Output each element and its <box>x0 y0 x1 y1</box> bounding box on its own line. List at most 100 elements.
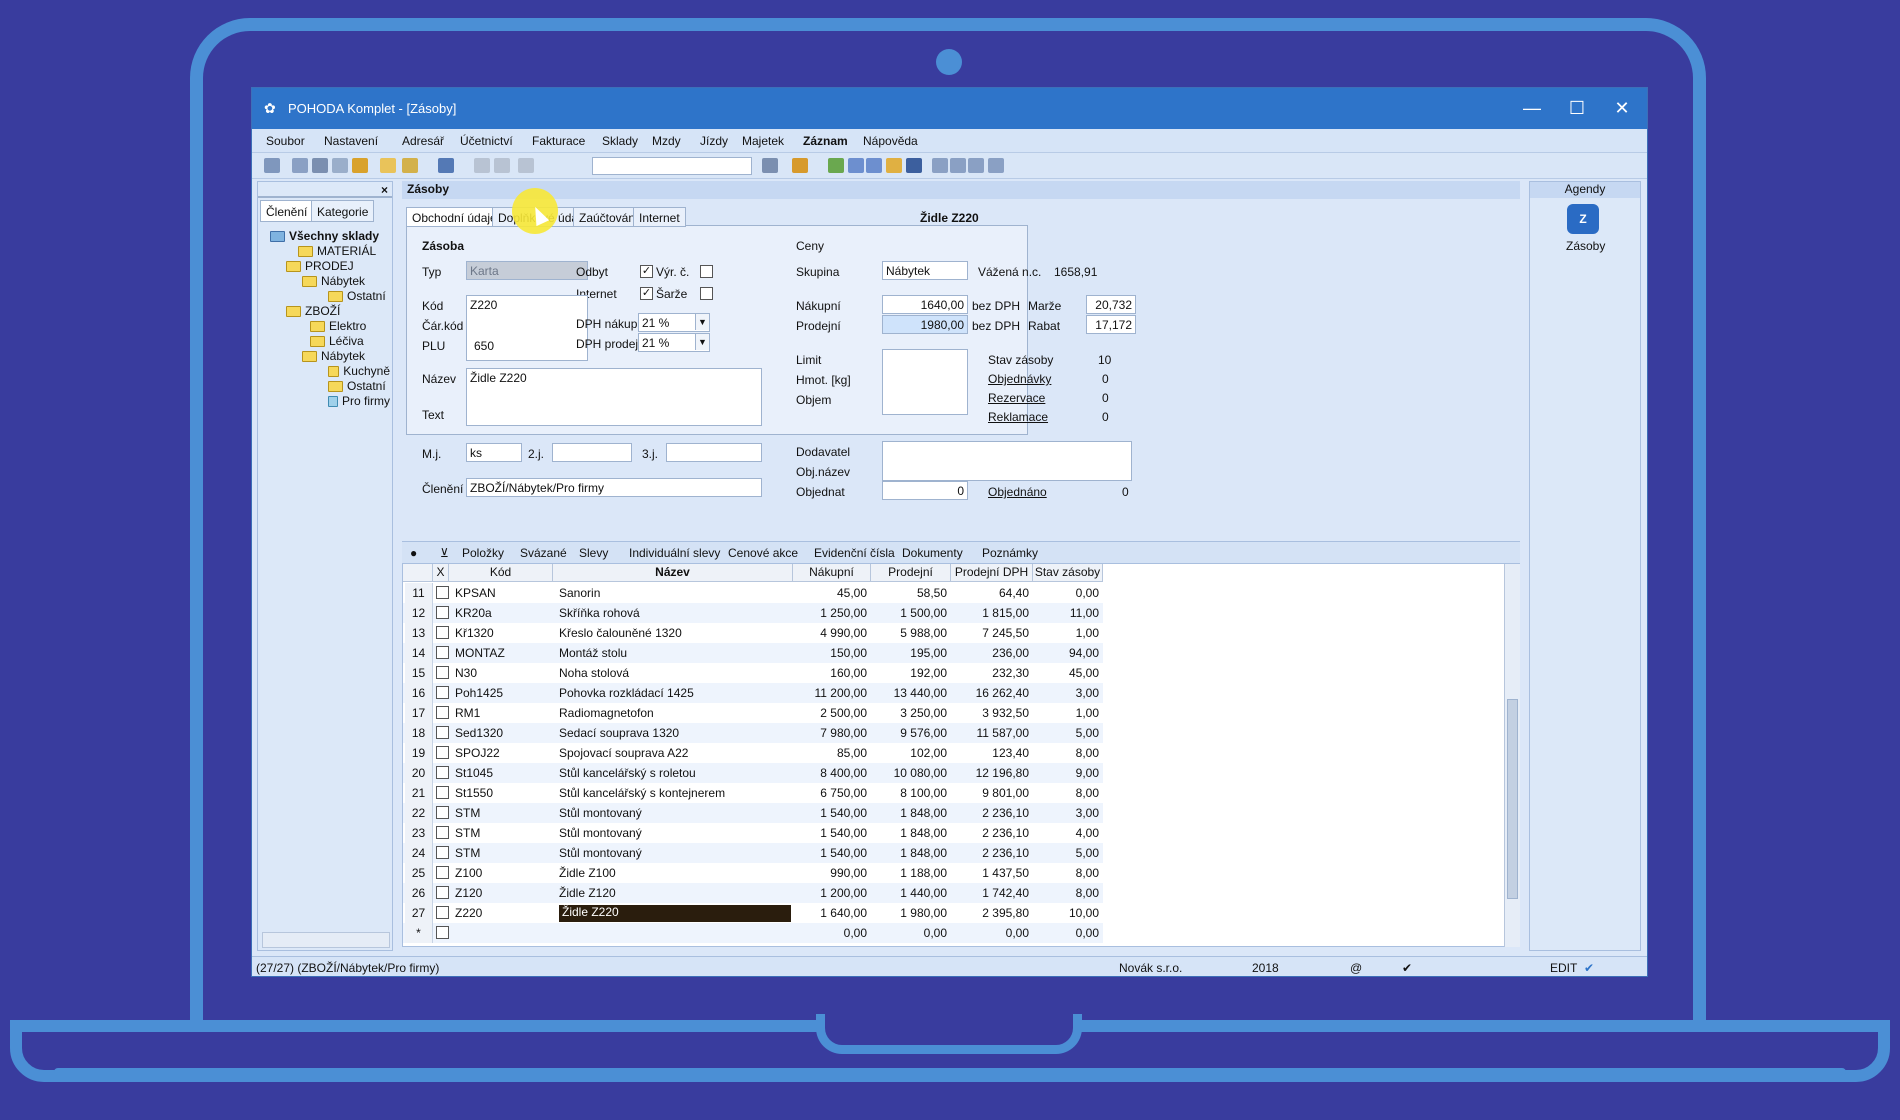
toolbar-copy-icon[interactable] <box>292 158 308 173</box>
cell-nazev[interactable]: Křeslo čalouněné 1320 <box>559 626 791 640</box>
toolbar-calc-icon[interactable] <box>866 158 882 173</box>
tree-node[interactable]: Ostatní <box>328 379 390 393</box>
toolbar-ban-icon[interactable] <box>906 158 922 173</box>
agendy-item-zasoby[interactable]: Zásoby <box>1566 239 1605 253</box>
table-row[interactable]: 26 Z120 Židle Z120 1 200,00 1 440,00 1 742,40… <box>403 883 1103 903</box>
grid-header-prodejni-dph[interactable]: Prodejní DPH <box>951 564 1033 582</box>
cell-nakup[interactable]: 11 200,00 <box>793 686 868 700</box>
cell-stav[interactable]: 8,00 <box>1033 786 1099 800</box>
cell-stav[interactable]: 0,00 <box>1033 926 1099 940</box>
cell-nakup[interactable]: 990,00 <box>793 866 867 880</box>
cell-prodej[interactable]: 10 080,00 <box>871 766 947 780</box>
cell-prodej[interactable]: 102,00 <box>871 746 947 760</box>
dph-prodej-select[interactable]: 21 % ▼ <box>638 333 710 352</box>
toolbar-export-icon[interactable] <box>352 158 368 173</box>
cell-nakup[interactable]: 1 540,00 <box>793 826 867 840</box>
cell-prodej[interactable]: 1 440,00 <box>871 886 947 900</box>
cell-kod[interactable]: STM <box>455 846 551 860</box>
row-checkbox[interactable] <box>436 866 449 879</box>
chevron-down-icon[interactable]: ▼ <box>695 314 709 330</box>
tree-node[interactable]: Kuchyně <box>328 364 390 378</box>
grid-header-nakupni[interactable]: Nákupní <box>793 564 871 582</box>
cell-dph[interactable]: 2 236,10 <box>951 826 1029 840</box>
rezervace-link[interactable]: Rezervace <box>988 391 1045 405</box>
toolbar-print-icon[interactable] <box>312 158 328 173</box>
vyr-extra-checkbox[interactable] <box>700 265 713 278</box>
cell-stav[interactable]: 1,00 <box>1033 626 1099 640</box>
menu-jizdy[interactable]: Jízdy <box>700 134 728 148</box>
cell-nazev[interactable]: Sanorin <box>559 586 791 600</box>
minimize-button[interactable]: — <box>1512 94 1552 122</box>
table-row[interactable]: 13 Kř1320 Křeslo čalouněné 1320 4 990,00 5 9… <box>403 623 1103 643</box>
cell-nazev[interactable]: Spojovací souprava A22 <box>559 746 791 760</box>
cleneni-field[interactable]: ZBOŽÍ/Nábytek/Pro firmy <box>466 478 762 497</box>
table-row[interactable]: 15 N30 Noha stolová 160,00 192,00 232,30 45,00 <box>403 663 1103 683</box>
row-checkbox[interactable] <box>436 686 449 699</box>
cell-dph[interactable]: 2 236,10 <box>951 806 1029 820</box>
toolbar-back-icon[interactable] <box>438 158 454 173</box>
cell-dph[interactable]: 64,40 <box>951 586 1029 600</box>
reklamace-link[interactable]: Reklamace <box>988 410 1048 424</box>
cell-dph[interactable]: 2 395,80 <box>951 906 1029 920</box>
row-checkbox[interactable] <box>436 886 449 899</box>
table-row[interactable]: 23 STM Stůl montovaný 1 540,00 1 848,00 2 236… <box>403 823 1103 843</box>
horizontal-scrollbar[interactable] <box>262 932 390 948</box>
cell-stav[interactable]: 10,00 <box>1033 906 1099 920</box>
row-checkbox[interactable] <box>436 626 449 639</box>
cell-stav[interactable]: 45,00 <box>1033 666 1099 680</box>
menu-soubor[interactable]: Soubor <box>266 134 305 148</box>
cell-nakup[interactable]: 45,00 <box>793 586 867 600</box>
vyr-checkbox[interactable]: ✓ <box>640 265 653 278</box>
cell-stav[interactable]: 5,00 <box>1033 726 1099 740</box>
close-button[interactable]: ✕ <box>1602 94 1642 122</box>
table-row[interactable]: 22 STM Stůl montovaný 1 540,00 1 848,00 2 236… <box>403 803 1103 823</box>
tab-obchodni[interactable]: Obchodní údaje <box>406 207 503 227</box>
dph-nakup-select[interactable]: 21 % ▼ <box>638 313 710 332</box>
grid-header-stav[interactable]: Stav zásoby <box>1033 564 1103 582</box>
nazev-field[interactable]: Židle Z220 <box>466 368 762 426</box>
nakupni-field[interactable]: 1640,00 <box>882 295 968 314</box>
menu-zaznam[interactable]: Záznam <box>803 134 848 148</box>
grid-header-prodejni[interactable]: Prodejní <box>871 564 951 582</box>
table-row[interactable]: 24 STM Stůl montovaný 1 540,00 1 848,00 2 236… <box>403 843 1103 863</box>
cell-stav[interactable]: 4,00 <box>1033 826 1099 840</box>
cell-stav[interactable]: 3,00 <box>1033 686 1099 700</box>
table-row[interactable]: 21 St1550 Stůl kancelářský s kontejnerem 6 … <box>403 783 1103 803</box>
cell-nazev[interactable]: Stůl kancelářský s roletou <box>559 766 791 780</box>
toolbar-cancel-icon[interactable] <box>494 158 510 173</box>
menu-ucetnictvi[interactable]: Účetnictví <box>460 134 513 148</box>
toolbar-filter-icon[interactable] <box>762 158 778 173</box>
cell-nazev[interactable]: Montáž stolu <box>559 646 791 660</box>
cell-dph[interactable]: 236,00 <box>951 646 1029 660</box>
cell-nakup[interactable]: 1 540,00 <box>793 846 867 860</box>
typ-select[interactable]: Karta <box>466 261 588 280</box>
cell-nakup[interactable]: 1 640,00 <box>793 906 867 920</box>
cell-kod[interactable]: St1045 <box>455 766 551 780</box>
tree-node[interactable]: ZBOŽÍ <box>286 304 390 318</box>
cell-nakup[interactable]: 2 500,00 <box>793 706 867 720</box>
row-checkbox[interactable] <box>436 786 449 799</box>
cell-prodej[interactable]: 58,50 <box>871 586 947 600</box>
cell-nazev[interactable]: Stůl montovaný <box>559 806 791 820</box>
table-row[interactable]: 16 Poh1425 Pohovka rozkládací 1425 11 200,0… <box>403 683 1103 703</box>
tree-node[interactable]: Léčiva <box>310 334 390 348</box>
cell-dph[interactable]: 1 437,50 <box>951 866 1029 880</box>
cell-prodej[interactable]: 192,00 <box>871 666 947 680</box>
grid-tab-evidencni[interactable]: Evidenční čísla <box>814 546 895 560</box>
cell-prodej[interactable]: 0,00 <box>871 926 947 940</box>
tree-node[interactable]: Nábytek <box>302 274 390 288</box>
cell-stav[interactable]: 8,00 <box>1033 746 1099 760</box>
cell-dph[interactable]: 16 262,40 <box>951 686 1029 700</box>
objednat-field[interactable]: 0 <box>882 481 968 500</box>
row-checkbox[interactable] <box>436 846 449 859</box>
mj-field[interactable]: ks <box>466 443 522 462</box>
grid-header-nazev[interactable]: Název <box>553 564 793 582</box>
sarze-checkbox[interactable]: ✓ <box>640 287 653 300</box>
sarze-extra-checkbox[interactable] <box>700 287 713 300</box>
cell-prodej[interactable]: 1 188,00 <box>871 866 947 880</box>
cell-nakup[interactable]: 8 400,00 <box>793 766 867 780</box>
mj2-field[interactable] <box>552 443 632 462</box>
vertical-scrollbar[interactable] <box>1504 564 1520 947</box>
tree-node[interactable]: Ostatní <box>328 289 390 303</box>
row-checkbox[interactable] <box>436 906 449 919</box>
